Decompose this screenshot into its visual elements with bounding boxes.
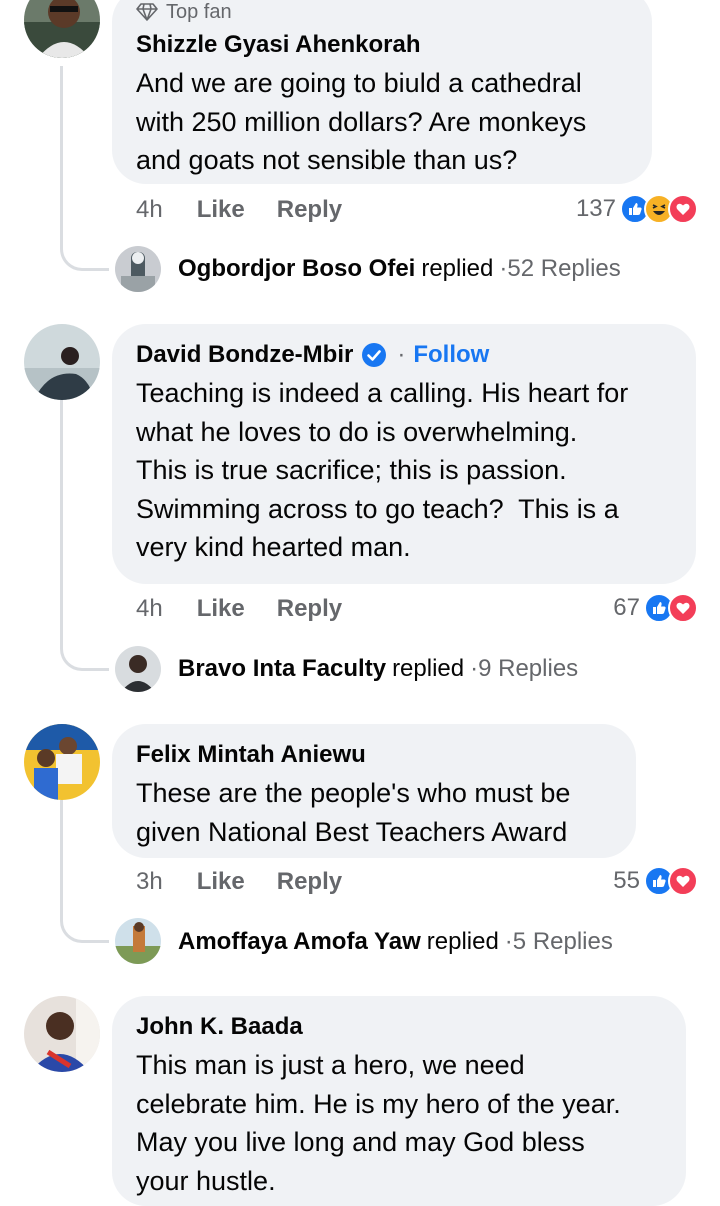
comment-author[interactable]: Shizzle Gyasi Ahenkorah (136, 30, 421, 60)
comment-bubble: John K. Baada This man is just a hero, w… (112, 996, 686, 1206)
comment-text: These are the people's who must be given… (136, 778, 571, 847)
comment-text: And we are going to biuld a cathedral wi… (136, 68, 587, 175)
top-fan-badge: Top fan (136, 0, 628, 24)
reaction-summary[interactable]: 137 (576, 194, 698, 224)
comment-bubble: Felix Mintah Aniewu These are the people… (112, 724, 636, 858)
avatar-john[interactable] (24, 996, 100, 1072)
replier-name: Ogbordjor Boso Ofei (178, 255, 416, 282)
comment-time[interactable]: 3h (136, 868, 163, 896)
avatar-replier[interactable] (115, 646, 161, 692)
comment-author[interactable]: John K. Baada (136, 1012, 303, 1042)
like-button[interactable]: Like (197, 595, 245, 623)
comment-actions: 4h Like Reply (136, 196, 374, 224)
thread-connector (60, 890, 109, 943)
comment-author[interactable]: Felix Mintah Aniewu (136, 740, 366, 770)
comment-text: This man is just a hero, we need celebra… (136, 1050, 621, 1196)
comment-actions: 4h Like Reply (136, 595, 374, 623)
reply-button[interactable]: Reply (277, 196, 342, 224)
view-replies[interactable]: Bravo Inta Faculty replied · 9 Replies (178, 655, 578, 683)
avatar-replier[interactable] (115, 918, 161, 964)
replied-label: replied (426, 928, 499, 955)
comment-time[interactable]: 4h (136, 196, 163, 224)
thread-connector (60, 618, 109, 671)
verified-badge-icon (361, 342, 387, 368)
view-replies[interactable]: Amoffaya Amofa Yaw replied · 5 Replies (178, 928, 613, 956)
like-button[interactable]: Like (197, 868, 245, 896)
comment-bubble: Top fan Shizzle Gyasi Ahenkorah And we a… (112, 0, 652, 184)
love-icon (668, 866, 698, 896)
love-icon (668, 194, 698, 224)
avatar-replier[interactable] (115, 246, 161, 292)
thread-line (60, 66, 63, 226)
replied-label: replied (421, 255, 494, 282)
reply-button[interactable]: Reply (277, 595, 342, 623)
replier-name: Amoffaya Amofa Yaw (178, 928, 421, 955)
badge-label: Top fan (166, 1, 232, 23)
thread-line (60, 400, 63, 624)
comment-actions: 3h Like Reply (136, 868, 374, 896)
comment-author[interactable]: David Bondze-Mbir (136, 340, 353, 370)
replier-name: Bravo Inta Faculty (178, 655, 387, 682)
avatar-shizzle[interactable] (24, 0, 100, 58)
reaction-count: 55 (613, 867, 640, 894)
comment-bubble: David Bondze-Mbir · Follow Teaching is i… (112, 324, 696, 584)
comment-time[interactable]: 4h (136, 595, 163, 623)
avatar-david[interactable] (24, 324, 100, 400)
comment-text: Teaching is indeed a calling. His heart … (136, 378, 629, 562)
reaction-count: 67 (613, 594, 640, 621)
reaction-summary[interactable]: 67 (613, 593, 698, 623)
diamond-icon (136, 3, 158, 21)
replies-count: 5 Replies (512, 928, 613, 955)
follow-button[interactable]: Follow (413, 340, 489, 370)
view-replies[interactable]: Ogbordjor Boso Ofei replied · 52 Replies (178, 255, 621, 283)
thread-connector (60, 220, 109, 271)
like-button[interactable]: Like (197, 196, 245, 224)
reaction-count: 137 (575, 195, 616, 222)
avatar-felix[interactable] (24, 724, 100, 800)
replied-label: replied (392, 655, 465, 682)
reaction-summary[interactable]: 55 (613, 866, 698, 896)
love-icon (668, 593, 698, 623)
thread-line (60, 800, 63, 896)
replies-count: 52 Replies (507, 255, 621, 282)
reply-button[interactable]: Reply (277, 868, 342, 896)
replies-count: 9 Replies (478, 655, 579, 682)
